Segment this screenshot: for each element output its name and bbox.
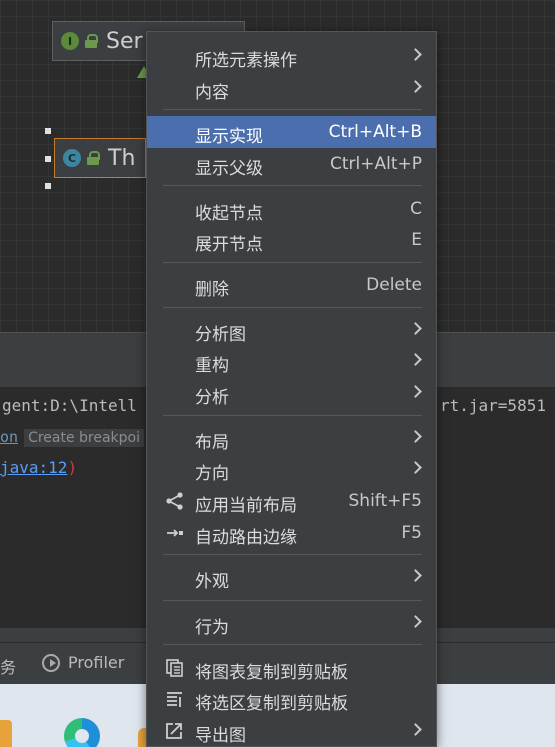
copy-diagram-icon bbox=[166, 659, 183, 677]
app-icon[interactable] bbox=[0, 720, 12, 747]
menu-item-layout[interactable]: 布局 bbox=[147, 422, 436, 454]
profiler-label: Profiler bbox=[68, 653, 125, 672]
lock-icon bbox=[85, 34, 98, 48]
menu-item-label: 行为 bbox=[195, 618, 229, 638]
menu-item-behavior[interactable]: 行为 bbox=[147, 607, 436, 639]
menu-separator bbox=[163, 554, 422, 555]
menu-separator bbox=[163, 262, 422, 263]
menu-item-expand-nodes[interactable]: 展开节点 E bbox=[147, 224, 436, 256]
menu-item-analyze-graph[interactable]: 分析图 bbox=[147, 314, 436, 346]
menu-item-label: 外观 bbox=[195, 572, 229, 592]
services-tab[interactable]: 务 bbox=[0, 654, 16, 678]
menu-item-shortcut: Delete bbox=[366, 275, 422, 295]
menu-item-shortcut: Shift+F5 bbox=[348, 491, 422, 511]
menu-item-label: 将图表复制到剪贴板 bbox=[195, 663, 348, 683]
class-node[interactable]: C Th bbox=[54, 138, 146, 178]
menu-separator bbox=[163, 307, 422, 308]
chevron-right-icon bbox=[409, 80, 422, 93]
console-line: gent:D:\Intell bbox=[2, 396, 137, 415]
menu-item-label: 展开节点 bbox=[195, 235, 263, 255]
menu-item-shortcut: Ctrl+Alt+P bbox=[329, 154, 422, 174]
menu-item-orientation[interactable]: 方向 bbox=[147, 453, 436, 485]
chevron-right-icon bbox=[409, 353, 422, 366]
menu-item-label: 导出图 bbox=[195, 726, 246, 746]
menu-item-label: 布局 bbox=[195, 433, 229, 453]
menu-item-show-implementations[interactable]: 显示实现 Ctrl+Alt+B bbox=[147, 116, 436, 148]
menu-item-apply-current-layout[interactable]: 应用当前布局 Shift+F5 bbox=[147, 485, 436, 517]
menu-item-label: 显示实现 bbox=[195, 127, 263, 147]
menu-item-label: 分析图 bbox=[195, 325, 246, 345]
menu-item-refactor[interactable]: 重构 bbox=[147, 345, 436, 377]
selection-handle[interactable] bbox=[45, 156, 51, 162]
menu-item-content[interactable]: 内容 bbox=[147, 72, 436, 104]
node-label: Th bbox=[108, 145, 136, 171]
profiler-icon bbox=[42, 653, 60, 672]
selection-handle[interactable] bbox=[45, 128, 51, 134]
menu-item-label: 自动路由边缘 bbox=[195, 528, 297, 548]
chevron-right-icon bbox=[409, 430, 422, 443]
menu-item-collapse-nodes[interactable]: 收起节点 C bbox=[147, 193, 436, 225]
menu-item-copy-diagram[interactable]: 将图表复制到剪贴板 bbox=[147, 652, 436, 684]
menu-item-label: 删除 bbox=[195, 280, 229, 300]
route-edges-icon bbox=[167, 529, 183, 537]
console-text: ) bbox=[67, 458, 78, 477]
chevron-right-icon bbox=[409, 461, 422, 474]
console-line: on Create breakpoi bbox=[0, 428, 145, 447]
menu-item-shortcut: F5 bbox=[401, 523, 422, 543]
menu-item-label: 将选区复制到剪贴板 bbox=[195, 694, 348, 714]
menu-item-auto-route-edges[interactable]: 自动路由边缘 F5 bbox=[147, 517, 436, 549]
edge-browser-icon[interactable] bbox=[64, 718, 100, 747]
node-label: Ser bbox=[106, 28, 143, 54]
chevron-right-icon bbox=[409, 569, 422, 582]
console-link[interactable]: on bbox=[0, 428, 18, 446]
chevron-right-icon bbox=[409, 322, 422, 335]
menu-item-export-diagram[interactable]: 导出图 bbox=[147, 715, 436, 747]
chevron-right-icon bbox=[409, 48, 422, 61]
profiler-tab[interactable]: Profiler bbox=[42, 653, 124, 672]
menu-separator bbox=[163, 109, 422, 110]
chevron-right-icon bbox=[409, 385, 422, 398]
context-menu: 所选元素操作 内容 显示实现 Ctrl+Alt+B 显示父级 Ctrl+Alt+… bbox=[146, 31, 437, 747]
menu-separator bbox=[163, 600, 422, 601]
menu-item-label: 应用当前布局 bbox=[195, 496, 297, 516]
menu-item-label: 分析 bbox=[195, 388, 229, 408]
breakpoint-hint: Create breakpoi bbox=[24, 429, 145, 447]
menu-item-analyze[interactable]: 分析 bbox=[147, 377, 436, 409]
class-icon: C bbox=[63, 149, 81, 167]
menu-item-label: 重构 bbox=[195, 356, 229, 376]
interface-icon: I bbox=[61, 32, 79, 50]
menu-item-shortcut: Ctrl+Alt+B bbox=[328, 122, 422, 142]
menu-item-label: 显示父级 bbox=[195, 159, 263, 179]
selection-handle[interactable] bbox=[45, 183, 51, 189]
menu-item-copy-selection[interactable]: 将选区复制到剪贴板 bbox=[147, 683, 436, 715]
menu-item-label: 方向 bbox=[195, 464, 229, 484]
chevron-right-icon bbox=[409, 615, 422, 628]
apply-layout-icon bbox=[166, 492, 183, 510]
export-icon bbox=[166, 723, 182, 739]
menu-item-appearance[interactable]: 外观 bbox=[147, 561, 436, 593]
menu-item-selected-element-actions[interactable]: 所选元素操作 bbox=[147, 40, 436, 72]
menu-item-show-parents[interactable]: 显示父级 Ctrl+Alt+P bbox=[147, 148, 436, 180]
menu-item-label: 收起节点 bbox=[195, 204, 263, 224]
menu-separator bbox=[163, 644, 422, 645]
menu-item-label: 内容 bbox=[195, 83, 229, 103]
menu-item-delete[interactable]: 删除 Delete bbox=[147, 269, 436, 301]
menu-item-label: 所选元素操作 bbox=[195, 51, 297, 71]
menu-separator bbox=[163, 415, 422, 416]
source-link[interactable]: java:12 bbox=[0, 458, 67, 477]
menu-item-shortcut: E bbox=[411, 230, 422, 250]
console-line: java:12) bbox=[0, 458, 77, 477]
menu-item-shortcut: C bbox=[410, 199, 422, 219]
copy-selection-icon bbox=[167, 692, 182, 707]
menu-separator bbox=[163, 185, 422, 186]
lock-icon bbox=[87, 151, 100, 165]
chevron-right-icon bbox=[409, 723, 422, 736]
console-line: rt.jar=5851 bbox=[440, 396, 546, 415]
